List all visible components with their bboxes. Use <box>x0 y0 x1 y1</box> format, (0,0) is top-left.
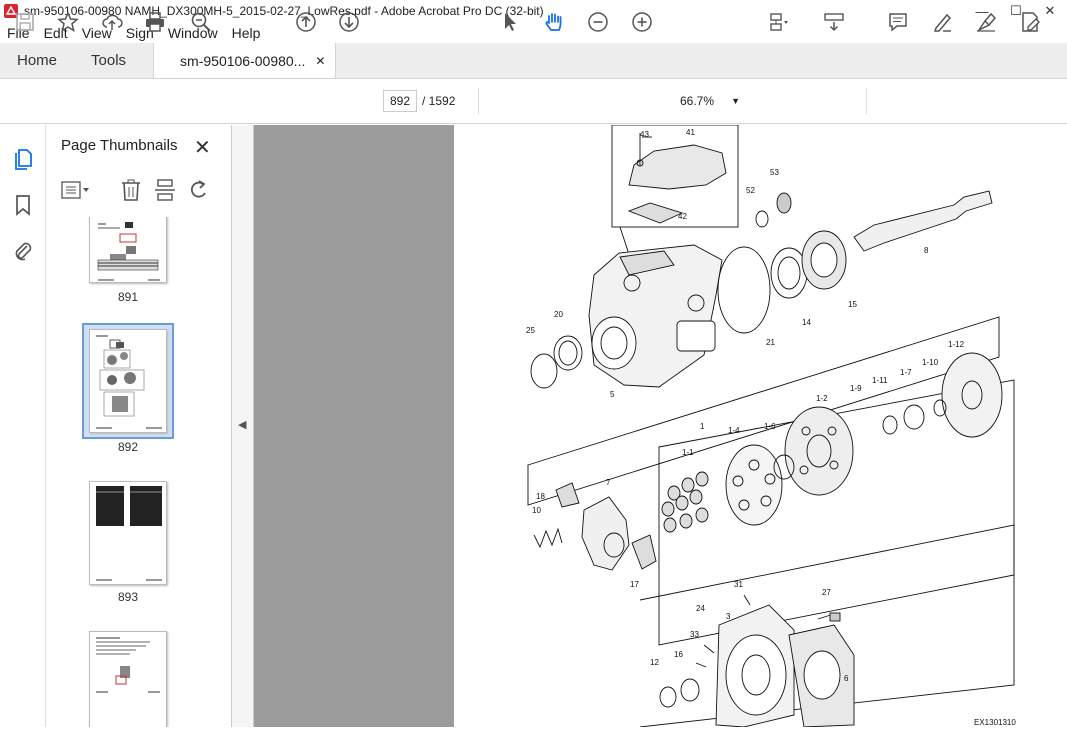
panel-collapse-handle[interactable]: ◀ <box>232 125 254 727</box>
insert-pages-icon[interactable] <box>154 178 176 202</box>
callout-label: 1-2 <box>816 394 828 403</box>
callout-label: 21 <box>766 338 775 347</box>
page-thumbnails-icon[interactable] <box>11 147 35 171</box>
upload-cloud-icon[interactable] <box>100 10 124 34</box>
callout-label: 42 <box>678 212 687 221</box>
callout-label: 3 <box>726 612 731 621</box>
thumbnail-894[interactable] <box>89 631 167 727</box>
callout-label: 1 <box>700 422 705 431</box>
callout-label: 7 <box>606 478 611 487</box>
thumbnail-label: 891 <box>117 290 139 304</box>
callout-label: 1-1 <box>682 448 694 457</box>
bookmarks-icon[interactable] <box>11 193 35 217</box>
document-view[interactable]: 43 41 42 53 52 8 15 14 21 20 25 5 1-12 1… <box>254 124 1067 728</box>
print-icon[interactable] <box>143 10 167 34</box>
thumbnail-894-preview <box>96 637 160 693</box>
zoom-out-icon[interactable] <box>586 10 610 34</box>
document-tab-close-icon[interactable]: ✕ <box>315 54 325 68</box>
thumbnail-list: 891 892 893 <box>46 217 216 727</box>
callout-label: 27 <box>822 588 831 597</box>
next-page-icon[interactable] <box>337 10 361 34</box>
callout-label: 1-7 <box>900 368 912 377</box>
callout-label: 14 <box>802 318 811 327</box>
exploded-parts-drawing: 43 41 42 53 52 8 15 14 21 20 25 5 1-12 1… <box>526 124 1016 728</box>
thumbnail-892[interactable] <box>89 329 167 433</box>
toolbar-divider <box>866 88 867 114</box>
callout-label: 17 <box>630 580 639 589</box>
options-menu-icon[interactable] <box>61 179 91 201</box>
fill-sign-icon[interactable] <box>1018 10 1042 34</box>
callout-label: 41 <box>686 128 695 137</box>
callout-label: 25 <box>526 326 535 335</box>
callout-label: 10 <box>532 506 541 515</box>
page-number-input[interactable]: 892 <box>383 90 417 112</box>
thumbnail-891-preview <box>97 222 160 281</box>
callout-label: 24 <box>696 604 705 613</box>
callout-label: 1-12 <box>948 340 965 349</box>
callout-label: 15 <box>848 300 857 309</box>
document-tab-label: sm-950106-00980... <box>180 52 306 69</box>
callout-label: 18 <box>536 492 545 501</box>
zoom-level-value: 66.7% <box>680 94 715 108</box>
callout-label: 43 <box>640 130 649 139</box>
figure-id: EX1301310 <box>974 718 1016 727</box>
toolbar-divider <box>478 88 479 114</box>
tab-bar: Home Tools sm-950106-00980... ✕ <box>0 43 1067 79</box>
callout-label: 1-6 <box>764 422 776 431</box>
panel-toolbar <box>46 175 232 205</box>
sign-pen-icon[interactable] <box>974 10 998 34</box>
tab-home[interactable]: Home <box>0 43 74 78</box>
collapse-arrow-icon: ◀ <box>238 419 247 431</box>
tab-tools[interactable]: Tools <box>74 43 143 78</box>
callout-label: 16 <box>674 650 683 659</box>
save-icon[interactable] <box>13 10 37 34</box>
select-cursor-icon[interactable] <box>498 10 522 34</box>
callout-label: 33 <box>690 630 699 639</box>
pdf-page[interactable]: 43 41 42 53 52 8 15 14 21 20 25 5 1-12 1… <box>454 124 1067 728</box>
highlight-pen-icon[interactable] <box>930 10 954 34</box>
callout-label: 8 <box>924 246 929 255</box>
callout-label: 5 <box>610 390 615 399</box>
thumbnail-893[interactable] <box>89 481 167 585</box>
panel-title: Page Thumbnails <box>61 137 178 154</box>
callout-label: 12 <box>650 658 659 667</box>
scroll-mode-icon[interactable] <box>822 10 846 34</box>
fit-page-icon[interactable] <box>766 10 790 34</box>
thumbnail-891[interactable] <box>89 217 167 283</box>
thumbnail-892-preview <box>96 335 162 429</box>
callout-label: 1-9 <box>850 384 862 393</box>
callout-label: 1-11 <box>872 376 888 385</box>
tab-document[interactable]: sm-950106-00980... ✕ <box>153 43 337 78</box>
callout-label: 20 <box>554 310 563 319</box>
callout-label: 53 <box>770 168 779 177</box>
callout-label: 1-4 <box>728 426 740 435</box>
delete-trash-icon[interactable] <box>120 178 142 202</box>
comment-icon[interactable] <box>886 10 910 34</box>
thumbnail-893-preview <box>96 486 162 581</box>
callout-label: 6 <box>844 674 849 683</box>
panel-close-icon[interactable]: ✕ <box>194 135 211 160</box>
callout-label: 31 <box>734 580 743 589</box>
page-thumbnails-panel: Page Thumbnails ✕ 891 892 893 <box>46 125 270 727</box>
chevron-down-icon: ▼ <box>731 96 740 106</box>
page-total: / 1592 <box>422 94 456 108</box>
previous-page-icon[interactable] <box>294 10 318 34</box>
thumbnail-label: 893 <box>117 590 139 604</box>
bookmark-star-icon[interactable] <box>56 10 80 34</box>
callout-label: 1-10 <box>922 358 939 367</box>
thumbnail-label: 892 <box>117 440 139 454</box>
main-toolbar <box>0 80 1067 124</box>
rotate-icon[interactable] <box>188 178 210 202</box>
hand-tool-icon[interactable] <box>542 10 566 34</box>
zoom-search-icon[interactable] <box>189 10 213 34</box>
zoom-level-dropdown[interactable]: 66.7% ▼ <box>670 90 746 112</box>
menu-help[interactable]: Help <box>225 25 268 41</box>
attachments-paperclip-icon[interactable] <box>11 239 35 263</box>
left-navigation-rail <box>0 125 46 727</box>
zoom-in-icon[interactable] <box>630 10 654 34</box>
callout-label: 52 <box>746 186 755 195</box>
